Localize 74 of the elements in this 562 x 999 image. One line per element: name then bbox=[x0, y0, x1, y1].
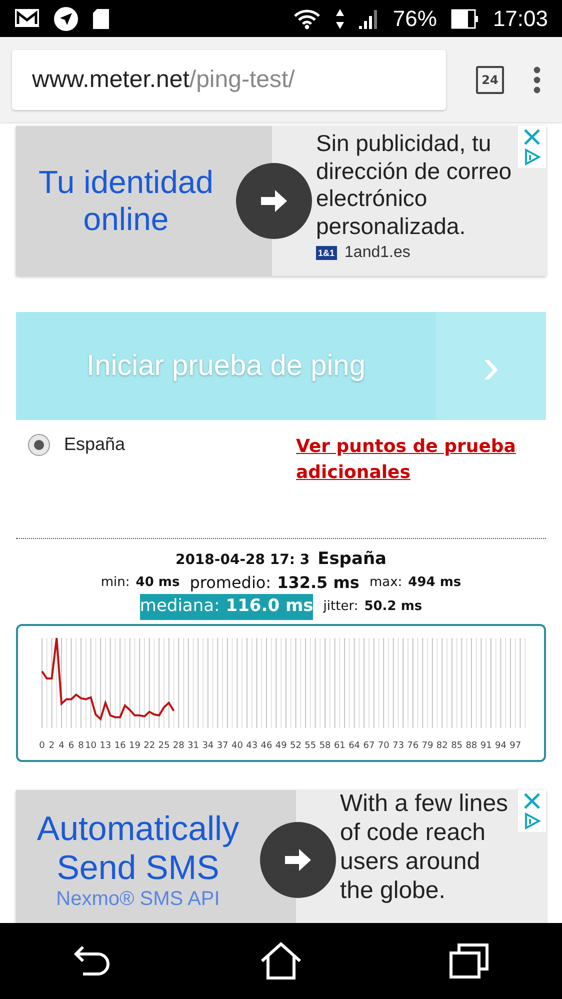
signal-icon bbox=[358, 8, 379, 30]
test-location: España bbox=[318, 549, 387, 569]
ping-stat: mediana: 116.0 ms bbox=[140, 594, 314, 620]
axis-label: 49 bbox=[275, 741, 287, 752]
ad-source: 1and1.es bbox=[344, 244, 410, 262]
ad-text: Sin publicidad, tu dirección de correo electrónico personalizada. bbox=[316, 130, 513, 240]
tab-switcher-button[interactable]: 24 bbox=[476, 66, 504, 94]
ad-info-icon[interactable] bbox=[523, 812, 541, 830]
ad-subline: Nexmo® SMS API bbox=[56, 888, 220, 911]
more-test-points-link[interactable]: Ver puntos de prueba adicionales bbox=[296, 434, 526, 538]
home-icon[interactable] bbox=[260, 942, 302, 980]
axis-label: 73 bbox=[392, 741, 404, 752]
navigation-icon bbox=[54, 6, 78, 30]
ad-text: With a few lines of code reach users around the globe. bbox=[340, 790, 510, 906]
ad-headline: online bbox=[83, 201, 169, 238]
wifi-icon bbox=[292, 8, 321, 30]
axis-label: 91 bbox=[480, 741, 492, 752]
test-timestamp: 2018-04-28 17: 3 bbox=[175, 552, 310, 568]
mail-icon bbox=[14, 8, 40, 30]
ping-stat: min: 40 ms bbox=[100, 574, 180, 592]
axis-label: 4 bbox=[58, 741, 64, 752]
ping-stat: promedio: 132.5 ms bbox=[190, 572, 360, 594]
axis-label: 43 bbox=[246, 741, 258, 752]
axis-label: 88 bbox=[466, 741, 478, 752]
axis-label: 13 bbox=[100, 741, 112, 752]
axis-label: 94 bbox=[495, 741, 506, 752]
radio-button[interactable] bbox=[28, 434, 50, 456]
axis-label: 0 bbox=[39, 741, 45, 752]
ad-headline: Tu identidad bbox=[38, 164, 214, 201]
axis-label: 97 bbox=[510, 741, 522, 752]
axis-label: 52 bbox=[290, 741, 302, 752]
battery-icon bbox=[450, 8, 479, 28]
axis-label: 19 bbox=[129, 741, 140, 752]
axis-label: 10 bbox=[85, 741, 97, 752]
clock: 17:03 bbox=[492, 6, 548, 32]
axis-label: 64 bbox=[348, 741, 360, 752]
address-bar[interactable]: www.meter.net/ping-test/ bbox=[12, 50, 446, 110]
battery-percentage: 76% bbox=[392, 6, 437, 32]
axis-label: 61 bbox=[334, 741, 346, 752]
axis-label: 82 bbox=[436, 741, 448, 752]
arrow-icon bbox=[259, 188, 289, 214]
data-transfer-icon bbox=[334, 8, 345, 30]
close-icon[interactable] bbox=[523, 128, 541, 146]
ping-stat: jitter: 50.2 ms bbox=[323, 598, 422, 616]
sd-card-icon bbox=[92, 8, 110, 30]
axis-label: 25 bbox=[158, 741, 170, 752]
axis-label: 6 bbox=[68, 741, 74, 752]
axis-label: 55 bbox=[304, 741, 316, 752]
axis-label: 31 bbox=[188, 741, 199, 752]
location-radio[interactable]: España bbox=[16, 434, 296, 538]
axis-label: 79 bbox=[422, 741, 434, 752]
ad-headline: Automatically bbox=[36, 810, 240, 849]
axis-label: 34 bbox=[202, 741, 214, 752]
axis-label: 58 bbox=[319, 741, 331, 752]
arrow-icon bbox=[283, 847, 313, 874]
axis-label: 46 bbox=[260, 741, 272, 752]
axis-label: 37 bbox=[216, 741, 228, 752]
ad-headline: Send SMS bbox=[56, 848, 220, 888]
axis-label: 8 bbox=[78, 741, 84, 752]
axis-label: 76 bbox=[407, 741, 419, 752]
ad-info-icon[interactable] bbox=[523, 148, 541, 166]
axis-label: 40 bbox=[231, 741, 243, 752]
axis-label: 85 bbox=[451, 741, 463, 752]
axis-label: 16 bbox=[114, 741, 126, 752]
axis-label: 22 bbox=[144, 741, 156, 752]
axis-label: 70 bbox=[378, 741, 390, 752]
advertiser-logo: 1&1 bbox=[316, 246, 337, 260]
close-icon[interactable] bbox=[523, 792, 541, 810]
axis-label: 28 bbox=[172, 741, 184, 752]
ping-stat: max: 494 ms bbox=[369, 574, 462, 592]
axis-label: 67 bbox=[363, 741, 375, 752]
axis-label: 2 bbox=[48, 741, 55, 752]
menu-icon[interactable] bbox=[532, 66, 542, 94]
recent-apps-icon[interactable] bbox=[448, 943, 489, 979]
